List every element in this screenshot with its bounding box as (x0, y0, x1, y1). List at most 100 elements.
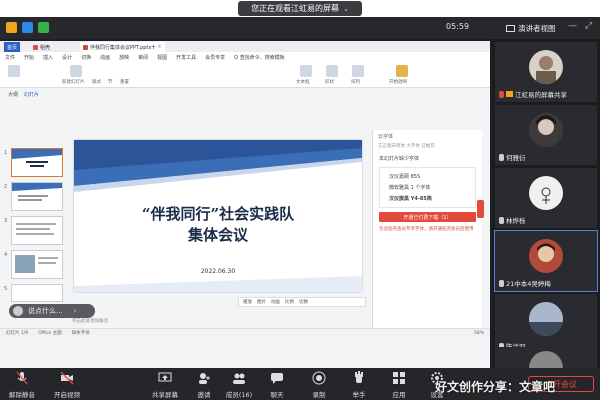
panel-collapse-handle[interactable] (477, 200, 484, 218)
thumb-number: 1 (4, 150, 8, 156)
minimize-icon[interactable]: — (568, 21, 577, 31)
arrange-icon[interactable] (352, 65, 364, 77)
menu-member[interactable]: 会员专享 (205, 54, 225, 61)
chevron-down-icon: ⌄ (343, 4, 349, 13)
slide-title-line1: “伴我同行”社会实践队 (141, 205, 295, 223)
layout-label[interactable]: 版式 (92, 79, 101, 85)
fullscreen-icon[interactable]: ⤢ (585, 21, 592, 31)
mini-switch[interactable]: 切换 (299, 299, 308, 305)
slide-date: 2022.06.30 (200, 268, 236, 275)
apps-button[interactable]: 应用 (380, 371, 418, 399)
theme-name: Office 主题 (38, 331, 62, 336)
mini-ratio[interactable]: 比例 (285, 299, 294, 305)
menu-review[interactable]: 审阅 (138, 54, 148, 61)
menu-design[interactable]: 设计 (62, 54, 72, 61)
viewing-screen-indicator[interactable]: 您正在观看江虹易的屏幕 ⌄ (238, 1, 362, 16)
signal-icon[interactable] (38, 22, 49, 33)
font-item[interactable]: 微软雅黑 1 个字体 (383, 182, 472, 193)
invite-button[interactable]: 邀请 (185, 371, 223, 399)
font-item[interactable]: 汉仪旗黑 Y4-85简 (383, 193, 472, 204)
menu-view[interactable]: 视图 (157, 54, 167, 61)
slideshow-icon[interactable] (396, 65, 408, 77)
viewing-text: 您正在观看江虹易的屏幕 (251, 4, 340, 13)
menu-file[interactable]: 文件 (5, 54, 15, 61)
menu-slideshow[interactable]: 放映 (119, 54, 129, 61)
participant-tile[interactable]: 林烨栎 (495, 168, 597, 228)
speaker-view-button[interactable]: 演讲者视图 (500, 21, 562, 36)
avatar (529, 50, 563, 84)
meeting-info-icon[interactable] (6, 22, 17, 33)
font-item[interactable]: 汉仪嘉颐 85S (383, 171, 472, 182)
menu-insert[interactable]: 插入 (43, 54, 53, 61)
thumb-graphic (16, 223, 56, 235)
chat-input-bubble[interactable]: 说点什么... › (9, 304, 95, 318)
raise-hand-button[interactable]: 举手 (340, 371, 378, 399)
textbox-icon[interactable] (300, 65, 312, 77)
grid-icon (506, 25, 515, 32)
record-icon (312, 371, 326, 385)
slide-thumbnail[interactable] (11, 216, 63, 245)
section-label[interactable]: 节 (108, 79, 113, 85)
avatar (529, 351, 563, 368)
participant-tile[interactable] (495, 347, 597, 368)
missing-font-status[interactable]: 缺失字体 (72, 330, 90, 336)
chat-button[interactable]: 聊天 (258, 371, 296, 399)
new-tab-icon[interactable]: + (148, 42, 159, 52)
slide-canvas: “伴我同行”社会实践队 集体会议 2022.06.30 (68, 130, 368, 300)
members-button[interactable]: 成员(16) (220, 371, 258, 399)
share-screen-icon (506, 91, 513, 97)
participant-tile[interactable]: 21中本4吴婷梅 (494, 230, 598, 292)
menu-animation[interactable]: 动画 (100, 54, 110, 61)
slide-thumbnail[interactable] (11, 182, 63, 211)
tab-home[interactable]: 首页 (4, 42, 21, 52)
chat-placeholder: 说点什么... (28, 307, 63, 315)
mini-play[interactable]: 播放 (243, 299, 252, 305)
menu-search[interactable]: Q 查找命令、搜索模板 (234, 54, 285, 61)
participant-tile[interactable]: 何雅衍 (495, 105, 597, 165)
member-note: 包含稻壳会员专享字体，请开通稻壳会员后使用 (379, 227, 474, 232)
zoom-level[interactable]: 58% (474, 331, 484, 336)
unmute-button[interactable]: 解除静音 (3, 371, 41, 399)
reset-label[interactable]: 重置 (120, 79, 129, 85)
shape-icon[interactable] (326, 65, 338, 77)
watermark-text: 好文创作分享：文章吧 (435, 380, 556, 394)
missing-font-list: 汉仪嘉颐 85S 微软雅黑 1 个字体 汉仪旗黑 Y4-85简 (379, 167, 476, 208)
participant-name-row: 何雅衍 (499, 152, 526, 162)
tab-slides[interactable]: 幻灯片 (24, 91, 39, 98)
slide-thumbnail[interactable] (11, 250, 63, 279)
arrange-label: 排列 (351, 80, 360, 85)
wps-status-bar: 幻灯片 1/9 Office 主题 缺失字体 58% (0, 328, 490, 337)
record-button[interactable]: 录制 (300, 371, 338, 399)
speaker-view-label: 演讲者视图 (518, 24, 556, 33)
raise-hand-icon (355, 371, 363, 383)
slide-thumbnail[interactable] (11, 284, 63, 302)
current-slide[interactable]: “伴我同行”社会实践队 集体会议 2022.06.30 (74, 140, 362, 292)
slide-thumbnail[interactable] (11, 148, 63, 177)
paste-icon[interactable] (8, 65, 20, 77)
mic-off-icon (16, 371, 28, 385)
start-video-button[interactable]: 开启视频 (48, 371, 86, 399)
top-banner: 您正在观看江虹易的屏幕 ⌄ (0, 0, 600, 17)
download-fonts-button[interactable]: 开通已付费下载（1） (379, 212, 476, 222)
apps-icon (393, 372, 405, 384)
mini-animation[interactable]: 动画 (271, 299, 280, 305)
members-icon (233, 373, 245, 384)
participant-tile[interactable]: 陈涂羽 (495, 294, 597, 354)
menu-developer[interactable]: 开发工具 (176, 54, 196, 61)
menu-start[interactable]: 开始 (24, 54, 34, 61)
tab-docer[interactable]: 稻壳 (30, 42, 53, 52)
notes-field[interactable]: 单击此处添加备注 (68, 318, 368, 327)
textbox-label: 文本框 (296, 80, 310, 85)
slideshow-label: 开始放映 (389, 80, 407, 85)
mini-image[interactable]: 图片 (257, 299, 266, 305)
shield-icon[interactable] (22, 22, 33, 33)
mic-muted-icon (499, 216, 504, 224)
tab-outline[interactable]: 大纲 (8, 91, 18, 98)
chevron-right-icon[interactable]: › (74, 307, 77, 315)
panel-subtitle: 方正粗宋简体 大字体 已推荐 (378, 144, 435, 149)
participant-tile[interactable]: 江虹易的屏幕共享 (495, 42, 597, 102)
share-screen-button[interactable]: 共享屏幕 (146, 371, 184, 399)
participants-panel: 江虹易的屏幕共享 何雅衍 林烨栎 21中本4吴婷梅 陈涂羽 (492, 39, 600, 368)
new-slide-icon[interactable] (70, 65, 82, 77)
menu-transition[interactable]: 切换 (81, 54, 91, 61)
